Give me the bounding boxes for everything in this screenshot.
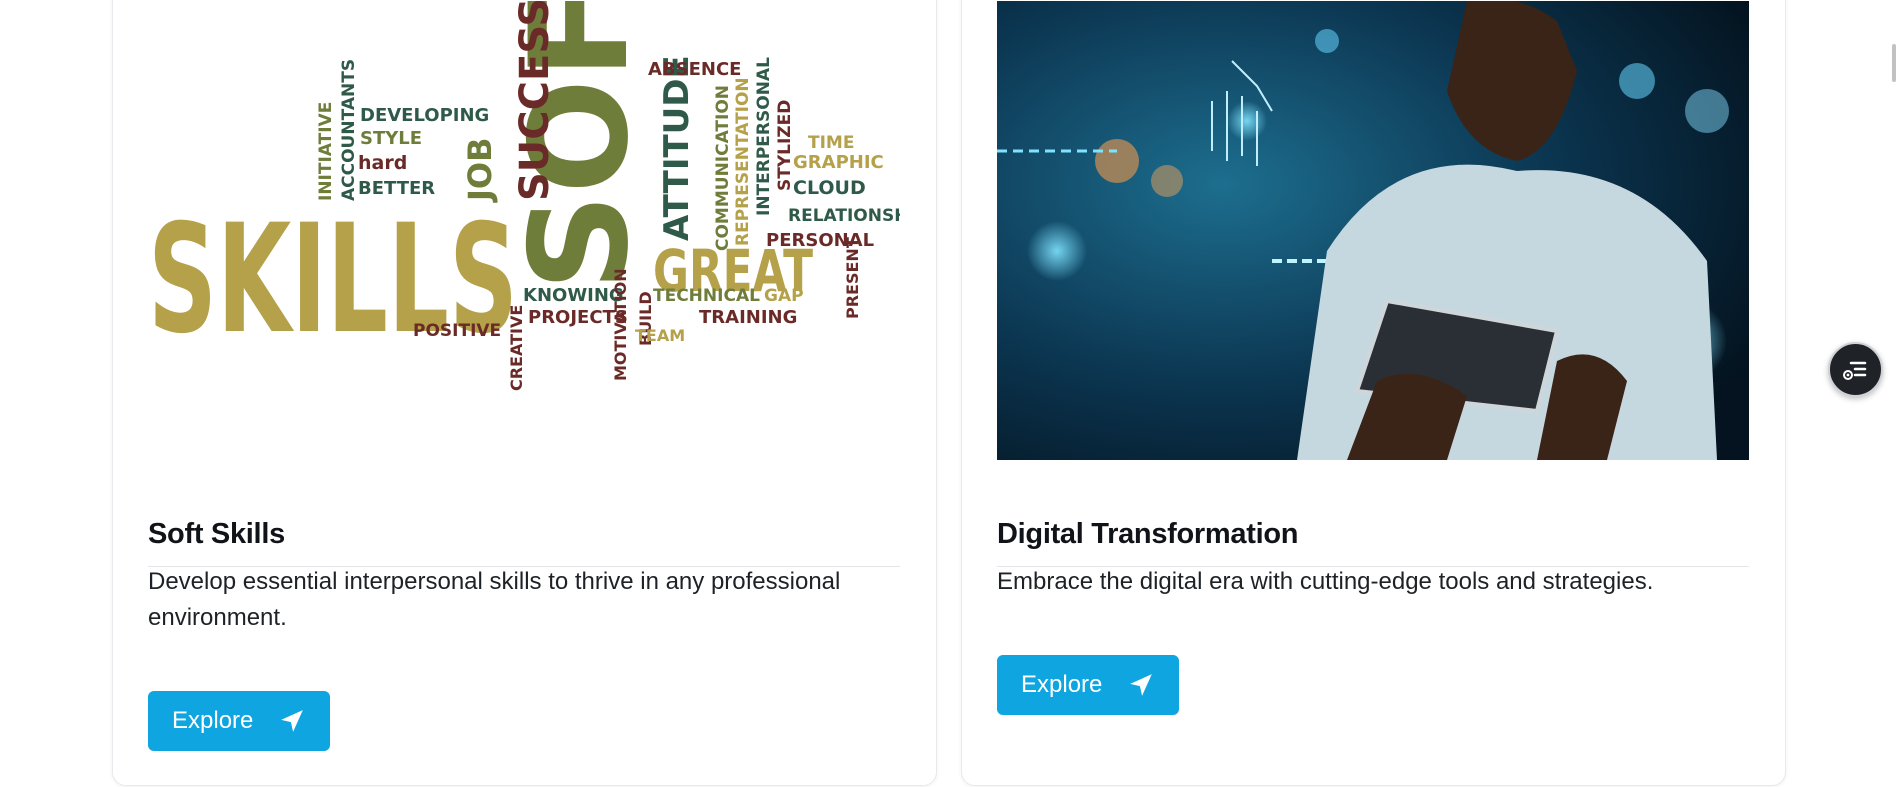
paper-plane-icon — [1130, 674, 1153, 696]
svg-text:TECHNICAL: TECHNICAL — [653, 286, 760, 306]
digital-transformation-photo — [997, 1, 1749, 460]
svg-text:RELATIONSHIP: RELATIONSHIP — [788, 206, 900, 226]
svg-text:INITIATIVE: INITIATIVE — [316, 102, 336, 201]
svg-text:PRESENT: PRESENT — [843, 237, 862, 319]
svg-text:KNOWING: KNOWING — [523, 285, 624, 306]
paper-plane-icon — [281, 710, 304, 732]
svg-text:LIKE: LIKE — [336, 317, 373, 335]
svg-text:GRAPHIC: GRAPHIC — [793, 152, 884, 173]
svg-text:JOB: JOB — [461, 138, 499, 204]
svg-text:POSITIVE: POSITIVE — [413, 321, 501, 341]
svg-text:ACCOUNTANTS: ACCOUNTANTS — [339, 59, 359, 201]
svg-text:TIME: TIME — [808, 133, 854, 153]
svg-text:REPRESENTATION: REPRESENTATION — [733, 77, 753, 246]
card-description: Embrace the digital era with cutting-edg… — [997, 568, 1654, 595]
svg-text:COMMUNICATION: COMMUNICATION — [713, 85, 733, 251]
svg-text:CLOUD: CLOUD — [793, 177, 866, 199]
list-settings-button[interactable] — [1828, 342, 1883, 397]
course-card-soft-skills: SKILLS SOFT GREAT SUCCESS JOB ATTITUDE A… — [112, 0, 937, 786]
course-card-digital-transformation: Digital Transformation Embrace the digit… — [961, 0, 1786, 786]
explore-button[interactable]: Explore — [997, 655, 1179, 715]
svg-text:GAP: GAP — [764, 286, 804, 306]
svg-text:DEVELOPING: DEVELOPING — [360, 105, 489, 126]
svg-text:STYLE: STYLE — [360, 128, 422, 149]
explore-button-label: Explore — [1021, 671, 1103, 698]
svg-text:hard: hard — [358, 152, 407, 174]
svg-text:BETTER: BETTER — [358, 178, 435, 199]
svg-text:INTERPERSONAL: INTERPERSONAL — [754, 57, 774, 216]
explore-button-label: Explore — [172, 707, 254, 734]
card-title: Digital Transformation — [997, 518, 1749, 567]
svg-text:TRAINING: TRAINING — [699, 307, 797, 328]
svg-text:CREATIVE: CREATIVE — [507, 305, 526, 391]
svg-text:ABSENCE: ABSENCE — [648, 59, 741, 80]
card-description: Develop essential interpersonal skills t… — [148, 568, 841, 631]
svg-text:MOTIVATION: MOTIVATION — [611, 268, 630, 381]
list-settings-icon — [1842, 361, 1866, 380]
card-title: Soft Skills — [148, 518, 900, 567]
svg-text:TEAM: TEAM — [635, 326, 685, 345]
soft-skills-word-cloud-image: SKILLS SOFT GREAT SUCCESS JOB ATTITUDE A… — [148, 1, 900, 460]
explore-button[interactable]: Explore — [148, 691, 330, 751]
svg-text:ATTITUDE: ATTITUDE — [657, 55, 697, 241]
page-scrollbar[interactable] — [1892, 44, 1896, 82]
svg-text:STYLIZED: STYLIZED — [775, 100, 795, 191]
svg-text:SUCCESS: SUCCESS — [512, 1, 558, 201]
